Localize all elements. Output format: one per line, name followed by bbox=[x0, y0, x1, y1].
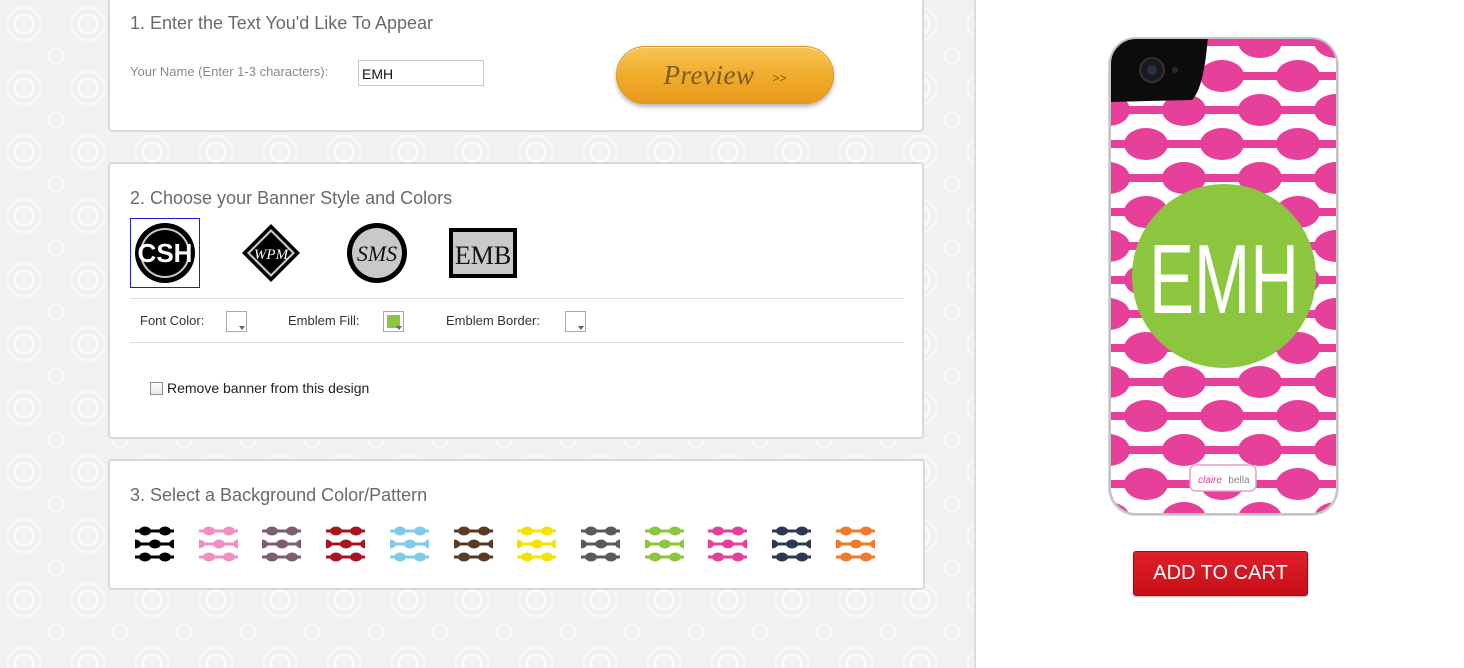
pattern-chain-icon bbox=[708, 525, 748, 564]
pattern-swatch-pink[interactable] bbox=[708, 525, 748, 564]
name-label: Your Name (Enter 1-3 characters): bbox=[130, 64, 329, 79]
pattern-chain-icon bbox=[580, 525, 620, 564]
font-color-picker[interactable] bbox=[226, 311, 247, 332]
emblem-1-text: CSH bbox=[138, 238, 193, 268]
triangle-down-icon bbox=[578, 326, 584, 330]
step2-title: 2. Choose your Banner Style and Colors bbox=[130, 188, 453, 208]
emblem-style-circle-script[interactable]: SMS bbox=[342, 218, 412, 288]
font-color-label: Font Color: bbox=[140, 313, 205, 328]
pattern-swatch-black[interactable] bbox=[135, 525, 174, 564]
emblem-circle-script-icon: SMS bbox=[347, 223, 407, 283]
pattern-swatch-orange[interactable] bbox=[835, 525, 875, 564]
divider bbox=[130, 342, 904, 343]
brand-right: bella bbox=[1228, 475, 1250, 486]
pattern-chain-icon bbox=[326, 525, 366, 564]
brand-logo: claire bella bbox=[1189, 464, 1257, 492]
emblem-style-square-serif[interactable]: EMB bbox=[448, 218, 518, 288]
step1-title: 1. Enter the Text You'd Like To Appear bbox=[130, 13, 434, 33]
brand-left: claire bbox=[1198, 475, 1222, 486]
pattern-swatch-mauve[interactable] bbox=[262, 525, 302, 564]
step-banner-style-panel: 2. Choose your Banner Style and Colors C… bbox=[108, 162, 924, 439]
pattern-chain-icon bbox=[198, 525, 238, 564]
remove-banner-checkbox[interactable] bbox=[150, 381, 163, 395]
pattern-chain-icon bbox=[389, 525, 429, 564]
add-to-cart-button[interactable]: ADD TO CART bbox=[1133, 551, 1308, 596]
divider bbox=[130, 298, 904, 299]
pattern-swatch-light-blue[interactable] bbox=[389, 525, 429, 564]
monogram-text: EMH bbox=[1149, 224, 1299, 334]
step-enter-text-panel: 1. Enter the Text You'd Like To Appear Y… bbox=[108, 0, 924, 132]
pattern-chain-icon bbox=[135, 525, 174, 564]
pattern-chain-icon bbox=[517, 525, 557, 564]
pattern-chain-icon bbox=[262, 525, 302, 564]
double-chevron-right-icon: >> bbox=[772, 71, 787, 85]
emblem-2-text: WPM bbox=[254, 247, 290, 263]
remove-banner-label: Remove banner from this design bbox=[167, 380, 370, 396]
triangle-down-icon bbox=[239, 326, 245, 330]
preview-button-label: Preview bbox=[663, 59, 755, 90]
emblem-square-serif-icon: EMB bbox=[449, 228, 517, 278]
emblem-3-text: SMS bbox=[357, 241, 397, 266]
step-background-panel: 3. Select a Background Color/Pattern bbox=[108, 459, 925, 590]
emblem-style-circle-block[interactable]: CSH bbox=[130, 218, 200, 288]
emblem-diamond-script-icon: WPM bbox=[242, 224, 300, 282]
name-input[interactable] bbox=[358, 60, 484, 86]
pattern-swatch-brown[interactable] bbox=[453, 525, 493, 564]
pattern-swatch-yellow[interactable] bbox=[517, 525, 557, 564]
pattern-chain-icon bbox=[644, 525, 684, 564]
emblem-fill-label: Emblem Fill: bbox=[288, 313, 360, 328]
pattern-swatch-light-pink[interactable] bbox=[198, 525, 238, 564]
emblem-border-label: Emblem Border: bbox=[446, 313, 540, 328]
emblem-circle-block-icon: CSH bbox=[135, 223, 195, 283]
emblem-4-text: EMB bbox=[455, 241, 511, 270]
pattern-swatch-gray[interactable] bbox=[580, 525, 620, 564]
pattern-chain-icon bbox=[835, 525, 875, 564]
pattern-swatch-green[interactable] bbox=[644, 525, 684, 564]
pattern-swatch-red[interactable] bbox=[326, 525, 366, 564]
pattern-swatch-navy[interactable] bbox=[772, 525, 811, 564]
phone-case-preview: EMH claire bella bbox=[1108, 37, 1339, 516]
pattern-chain-icon bbox=[772, 525, 811, 564]
emblem-style-diamond-script[interactable]: WPM bbox=[236, 218, 306, 288]
pattern-chain-icon bbox=[453, 525, 493, 564]
remove-banner-option[interactable]: Remove banner from this design bbox=[150, 380, 369, 396]
triangle-down-icon bbox=[396, 326, 402, 330]
emblem-border-picker[interactable] bbox=[565, 311, 586, 332]
step3-title: 3. Select a Background Color/Pattern bbox=[130, 485, 428, 505]
emblem-fill-picker[interactable] bbox=[383, 311, 404, 332]
preview-button[interactable]: Preview >> bbox=[616, 46, 834, 104]
